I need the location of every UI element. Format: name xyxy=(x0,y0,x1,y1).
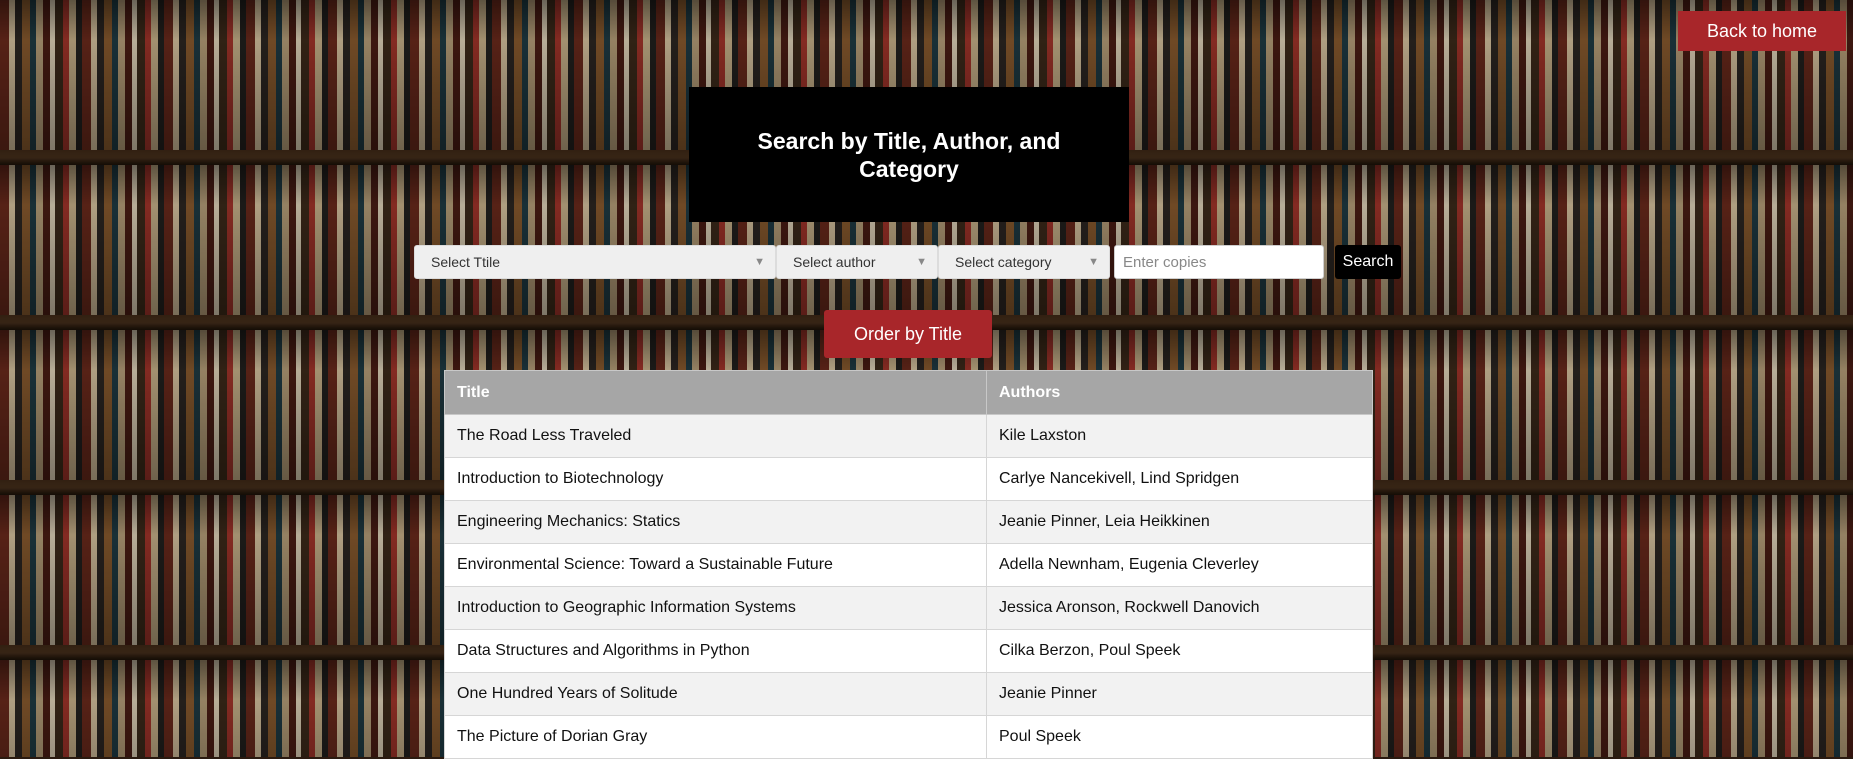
chevron-down-icon: ▼ xyxy=(916,256,927,268)
back-to-home-button[interactable]: Back to home xyxy=(1678,11,1846,51)
search-filters: Select Ttile ▼ Select author ▼ Select ca… xyxy=(414,245,1401,279)
book-title-cell: Engineering Mechanics: Statics xyxy=(444,500,987,544)
table-row[interactable]: Introduction to Biotechnology Carlye Nan… xyxy=(444,457,1373,501)
column-header-title[interactable]: Title xyxy=(444,370,987,415)
results-table: Title Authors The Road Less Traveled Kil… xyxy=(444,370,1373,759)
title-select[interactable]: Select Ttile ▼ xyxy=(414,245,776,279)
order-by-title-button[interactable]: Order by Title xyxy=(824,310,992,358)
table-row[interactable]: The Picture of Dorian Gray Poul Speek xyxy=(444,715,1373,759)
book-title-cell: Environmental Science: Toward a Sustaina… xyxy=(444,543,987,587)
table-row[interactable]: Environmental Science: Toward a Sustaina… xyxy=(444,543,1373,587)
book-title-cell: Introduction to Geographic Information S… xyxy=(444,586,987,630)
table-row[interactable]: One Hundred Years of Solitude Jeanie Pin… xyxy=(444,672,1373,716)
book-authors-cell: Jeanie Pinner, Leia Heikkinen xyxy=(986,500,1373,544)
category-select[interactable]: Select category ▼ xyxy=(938,245,1110,279)
book-authors-cell: Jessica Aronson, Rockwell Danovich xyxy=(986,586,1373,630)
page-title: Search by Title, Author, and Category xyxy=(757,127,1061,182)
table-row[interactable]: Engineering Mechanics: Statics Jeanie Pi… xyxy=(444,500,1373,544)
book-title-cell: The Road Less Traveled xyxy=(444,414,987,458)
book-title-cell: Data Structures and Algorithms in Python xyxy=(444,629,987,673)
author-select[interactable]: Select author ▼ xyxy=(776,245,938,279)
chevron-down-icon: ▼ xyxy=(1088,256,1099,268)
search-button[interactable]: Search xyxy=(1335,245,1401,279)
page-title-box: Search by Title, Author, and Category xyxy=(689,87,1129,222)
book-title-cell: One Hundred Years of Solitude xyxy=(444,672,987,716)
column-header-authors[interactable]: Authors xyxy=(986,370,1373,415)
copies-input[interactable] xyxy=(1114,245,1324,279)
author-select-value: Select author xyxy=(793,254,876,270)
book-title-cell: Introduction to Biotechnology xyxy=(444,457,987,501)
book-authors-cell: Kile Laxston xyxy=(986,414,1373,458)
title-select-value: Select Ttile xyxy=(431,254,500,270)
table-header-row: Title Authors xyxy=(444,370,1373,415)
table-row[interactable]: Introduction to Geographic Information S… xyxy=(444,586,1373,630)
table-row[interactable]: Data Structures and Algorithms in Python… xyxy=(444,629,1373,673)
book-title-cell: The Picture of Dorian Gray xyxy=(444,715,987,759)
chevron-down-icon: ▼ xyxy=(754,256,765,268)
book-authors-cell: Cilka Berzon, Poul Speek xyxy=(986,629,1373,673)
book-authors-cell: Carlye Nancekivell, Lind Spridgen xyxy=(986,457,1373,501)
book-authors-cell: Adella Newnham, Eugenia Cleverley xyxy=(986,543,1373,587)
book-authors-cell: Poul Speek xyxy=(986,715,1373,759)
book-authors-cell: Jeanie Pinner xyxy=(986,672,1373,716)
table-row[interactable]: The Road Less Traveled Kile Laxston xyxy=(444,414,1373,458)
category-select-value: Select category xyxy=(955,254,1052,270)
